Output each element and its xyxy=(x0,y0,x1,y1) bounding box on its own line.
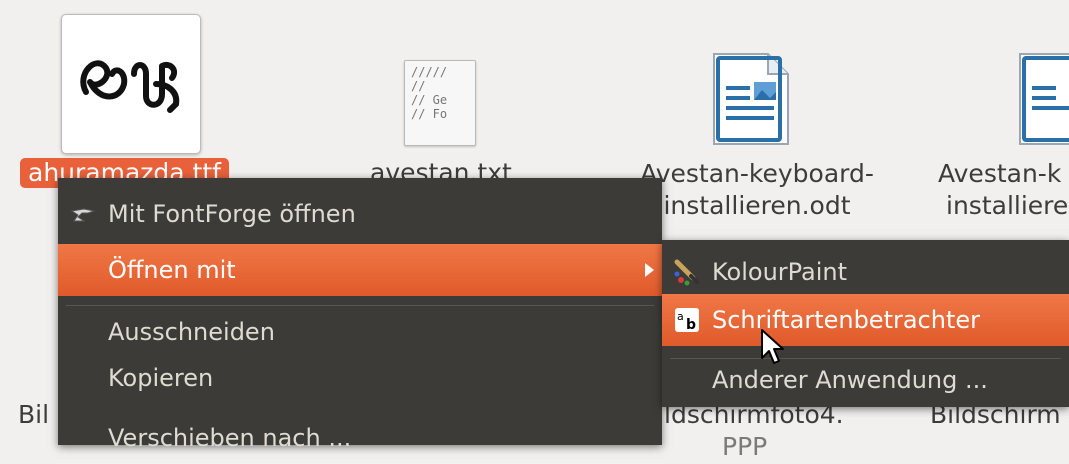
file-label-line: installieren.odt xyxy=(663,191,851,220)
kolourpaint-icon xyxy=(672,257,702,287)
file-label-odt-2[interactable]: Avestan-k installiere xyxy=(938,158,1068,222)
menu-item-move-to[interactable]: Verschieben nach ... xyxy=(58,412,662,464)
menu-item-label: Anderer Anwendung ... xyxy=(712,366,988,394)
menu-item-cut[interactable]: Ausschneiden xyxy=(58,306,662,358)
font-glyph-preview-icon xyxy=(80,60,180,113)
mouse-cursor-icon xyxy=(761,329,784,364)
submenu-item-other-application[interactable]: Anderer Anwendung ... xyxy=(662,354,1069,406)
menu-item-label: Mit FontForge öffnen xyxy=(108,200,356,228)
font-viewer-icon: a b xyxy=(672,305,702,335)
menu-item-open-with[interactable]: Öffnen mit xyxy=(58,244,662,296)
font-file-thumbnail[interactable] xyxy=(61,14,201,154)
menu-item-label: Ausschneiden xyxy=(108,318,275,346)
open-with-submenu: KolourPaint a b Schriftartenbetrachter A… xyxy=(662,240,1069,407)
menu-item-label: Schriftartenbetrachter xyxy=(712,306,981,334)
svg-text:a: a xyxy=(677,310,684,323)
menu-item-open-fontforge[interactable]: Mit FontForge öffnen xyxy=(58,188,662,240)
chevron-right-icon xyxy=(645,263,654,277)
menu-item-label: Öffnen mit xyxy=(108,256,236,284)
odt-document-icon[interactable] xyxy=(712,52,790,146)
menu-item-label: Verschieben nach ... xyxy=(108,424,352,452)
file-label-line: installiere xyxy=(946,191,1069,220)
odt-document-icon[interactable] xyxy=(1018,52,1069,146)
submenu-item-kolourpaint[interactable]: KolourPaint xyxy=(662,246,1069,298)
context-menu: Mit FontForge öffnen Öffnen mit Ausschne… xyxy=(58,178,662,452)
menu-item-label: KolourPaint xyxy=(712,258,848,286)
file-label-partial[interactable]: Bil xyxy=(18,400,49,429)
fontforge-icon xyxy=(68,199,98,229)
file-label-line: Avestan-k xyxy=(938,159,1062,188)
file-label-partial[interactable]: PPP xyxy=(722,432,767,461)
svg-text:b: b xyxy=(686,317,696,333)
submenu-item-font-viewer[interactable]: a b Schriftartenbetrachter xyxy=(662,294,1069,346)
menu-item-copy[interactable]: Kopieren xyxy=(58,352,662,404)
file-label-line: Avestan-keyboard- xyxy=(640,159,874,188)
file-label-odt[interactable]: Avestan-keyboard- installieren.odt xyxy=(628,158,886,222)
text-file-icon[interactable]: ///// // // Ge // Fo xyxy=(404,60,476,146)
menu-item-label: Kopieren xyxy=(108,364,214,392)
